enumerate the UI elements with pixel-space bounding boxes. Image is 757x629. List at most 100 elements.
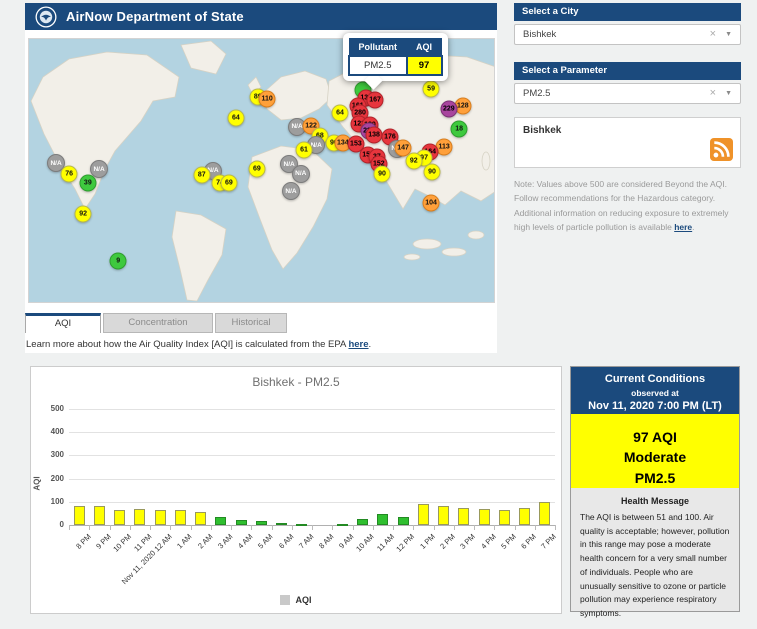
chart-bar — [134, 508, 146, 525]
x-axis-tick — [372, 525, 374, 530]
chart-legend: AQI — [31, 595, 561, 605]
x-axis-tick — [413, 525, 415, 530]
x-axis-tick — [150, 525, 151, 530]
gridline — [69, 455, 555, 457]
x-axis-tick — [231, 525, 232, 530]
x-axis-tick — [534, 525, 536, 530]
x-axis-tick — [109, 525, 111, 530]
aqi-map-marker[interactable]: 64 — [227, 109, 245, 127]
current-aqi-category: Moderate — [623, 449, 687, 466]
x-axis-tick — [352, 525, 354, 530]
tooltip-aqi-header: AQI — [405, 38, 443, 57]
chart-bar — [255, 521, 267, 525]
x-axis-tick — [332, 525, 334, 530]
chevron-down-icon[interactable]: ▼ — [725, 84, 732, 104]
map-marker-tooltip: Pollutant AQI PM2.5 97 — [343, 33, 448, 81]
aqi-chart-panel: Bishkek - PM2.5 AQI 0 100 200 300 400 500 8 PM… — [30, 366, 562, 614]
tooltip-pollutant-value: PM2.5 — [348, 55, 408, 76]
aqi-map-marker[interactable]: 87 — [193, 166, 211, 184]
chart-bar — [438, 505, 450, 525]
x-axis-tick — [393, 525, 394, 530]
gridline — [69, 478, 555, 480]
x-axis-label: 10 AM — [354, 532, 376, 554]
x-axis-tick — [129, 525, 131, 530]
x-axis-tick — [312, 525, 313, 530]
current-conditions-header: Current Conditions observed at Nov 11, 2… — [571, 367, 739, 414]
x-axis-tick — [514, 525, 516, 530]
note-here-link[interactable]: here — [674, 222, 692, 232]
tab-concentration[interactable]: Concentration — [103, 313, 213, 333]
tooltip-pollutant-header: Pollutant — [348, 38, 407, 57]
page-title: AirNow Department of State — [66, 9, 244, 24]
x-axis-label: 7 AM — [296, 532, 316, 551]
chart-bar — [519, 508, 531, 525]
aqi-map-marker[interactable]: 9 — [109, 252, 127, 270]
clear-icon[interactable]: × — [710, 25, 716, 44]
tab-historical[interactable]: Historical — [215, 313, 287, 333]
parameter-select[interactable]: PM2.5 × ▼ — [514, 83, 741, 104]
aqi-map-marker[interactable]: 138 — [365, 126, 383, 144]
aqi-map-marker[interactable]: 69 — [248, 160, 266, 178]
x-axis-label: 6 AM — [276, 532, 295, 551]
city-select[interactable]: Bishkek × ▼ — [514, 24, 741, 45]
aqi-map-marker[interactable]: 104 — [422, 194, 440, 212]
health-message-text: The AQI is between 51 and 100. Air quali… — [580, 511, 730, 619]
aqi-map-marker[interactable]: 69 — [220, 174, 238, 192]
aqi-map-marker[interactable]: 61 — [295, 141, 313, 159]
gridline — [69, 432, 555, 434]
aqi-map-marker[interactable]: 110 — [258, 90, 276, 108]
tab-aqi[interactable]: AQI — [25, 313, 101, 333]
chart-plot: AQI 0 100 200 300 400 500 8 PM 9 PM 10 PM 11 PM No… — [31, 367, 561, 613]
epa-here-link[interactable]: here — [348, 339, 368, 350]
app-header: AirNow Department of State — [25, 3, 497, 30]
current-aqi-block: 97 AQI Moderate PM2.5 — [571, 414, 739, 488]
chart-bar — [296, 524, 308, 526]
health-message-section: Health Message The AQI is between 51 and… — [571, 488, 739, 629]
current-aqi-pollutant: PM2.5 — [634, 469, 676, 486]
aqi-map-marker[interactable]: 39 — [79, 174, 97, 192]
x-axis-label: 1 AM — [175, 532, 194, 551]
chart-bar — [93, 506, 105, 525]
learn-more-before: Learn more about how the Air Quality Ind… — [26, 339, 349, 350]
chart-bar — [276, 522, 288, 525]
aqi-map-marker[interactable]: N/A — [281, 182, 300, 201]
aqi-map-marker[interactable]: 64 — [331, 104, 349, 122]
chevron-down-icon[interactable]: ▼ — [725, 25, 732, 45]
aqi-map-marker[interactable]: 90 — [373, 165, 391, 183]
aqi-map-marker[interactable]: 92 — [74, 205, 92, 223]
x-axis-tick — [474, 525, 475, 530]
x-axis-tick — [433, 525, 435, 530]
health-message-title: Health Message — [620, 495, 690, 506]
x-axis-tick — [251, 525, 253, 530]
note-before: Note: Values above 500 are considered Be… — [514, 179, 729, 233]
x-axis-label: 5 AM — [256, 532, 275, 551]
chart-bar — [397, 516, 409, 525]
main-panel: AirNow Department of State N/A 76 N/A 39 92 9… — [25, 3, 497, 353]
aqi-map-marker[interactable]: 229 — [440, 100, 458, 118]
y-axis-tick: 500 — [50, 404, 64, 413]
observed-at-datetime: Nov 11, 2020 7:00 PM (LT) — [588, 400, 722, 412]
x-axis-tick — [494, 525, 496, 530]
clear-icon[interactable]: × — [710, 84, 716, 103]
aqi-map-marker[interactable]: 76 — [60, 165, 78, 183]
select-city-header: Select a City — [514, 3, 741, 21]
aqi-map-marker[interactable]: 92 — [405, 152, 423, 170]
x-axis-tick — [190, 525, 192, 530]
aqi-map-marker[interactable]: 18 — [450, 120, 468, 138]
rss-icon[interactable] — [710, 138, 733, 161]
aqi-map-marker[interactable]: 59 — [422, 80, 440, 98]
x-axis-label: 3 PM — [458, 532, 478, 551]
rss-feed-box: Bishkek — [514, 117, 741, 168]
aqi-map-marker[interactable]: 90 — [423, 163, 441, 181]
chart-bar — [478, 508, 490, 525]
aqi-map-marker[interactable]: 167 — [366, 91, 384, 109]
chart-bar — [215, 516, 227, 525]
x-axis-tick — [271, 525, 273, 530]
y-axis-tick: 100 — [50, 496, 64, 506]
y-axis-tick: 300 — [50, 450, 64, 460]
chart-bar — [195, 512, 207, 525]
parameter-select-value: PM2.5 — [523, 88, 551, 99]
learn-more-text: Learn more about how the Air Quality Ind… — [26, 339, 371, 350]
aqi-map-marker[interactable]: N/A — [291, 164, 310, 183]
chart-bar — [357, 519, 369, 525]
